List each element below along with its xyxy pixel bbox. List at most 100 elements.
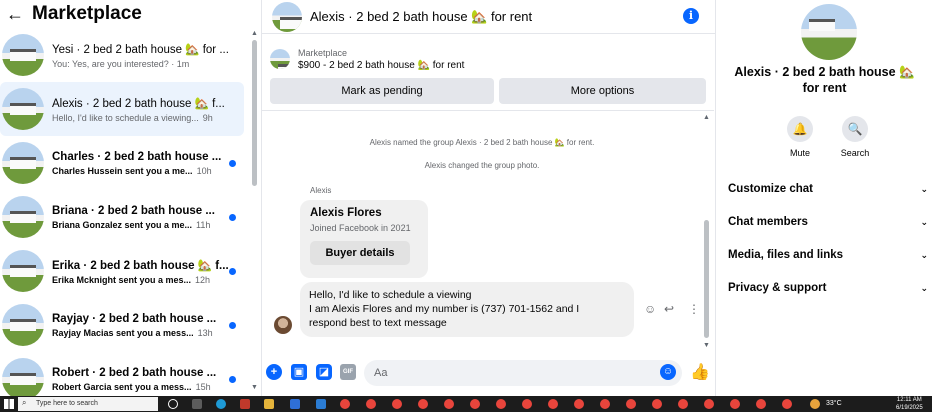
conversation-time: 11h [196, 219, 211, 230]
section-media-files-links[interactable]: Media, files and links ⌄ [728, 245, 928, 265]
weather-icon[interactable] [810, 399, 820, 409]
conversation-item-rayjay[interactable]: Rayjay · 2 bed 2 bath house ... Rayjay M… [0, 298, 244, 352]
conversation-time: 12h [195, 274, 211, 285]
chat-listing-thumbnail[interactable] [272, 1, 302, 32]
chrome-icon[interactable] [444, 399, 454, 409]
conversation-snippet: Robert Garcia sent you a mess... [52, 381, 192, 392]
section-label: Customize chat [728, 183, 813, 195]
temperature[interactable]: 33°C [826, 400, 842, 407]
section-customize-chat[interactable]: Customize chat ⌄ [728, 179, 928, 199]
conversation-item-briana[interactable]: Briana · 2 bed 2 bath house ... Briana G… [0, 190, 244, 244]
chrome-icon[interactable] [522, 399, 532, 409]
chevron-down-icon: ⌄ [920, 183, 928, 194]
conversation-list: Yesi · 2 bed 2 bath house 🏡 for ... You:… [0, 28, 244, 396]
chrome-icon[interactable] [418, 399, 428, 409]
clock-time: 12:11 AM [896, 397, 922, 403]
chrome-icon[interactable] [678, 399, 688, 409]
thumbs-up-icon[interactable]: 👍 [690, 362, 710, 382]
conversation-title: Rayjay · 2 bed 2 bath house ... [52, 312, 217, 325]
group-photo[interactable] [801, 4, 857, 60]
conversation-item-alexis[interactable]: Alexis · 2 bed 2 bath house 🏡 f... Hello… [0, 82, 244, 136]
plus-icon[interactable]: + [266, 364, 282, 380]
chrome-icon[interactable] [782, 399, 792, 409]
info-icon[interactable]: i [683, 8, 699, 24]
buyer-details-button[interactable]: Buyer details [310, 241, 410, 265]
windows-start-icon[interactable] [4, 399, 14, 409]
emoji-icon[interactable]: ☺ [660, 364, 676, 380]
unread-dot [229, 214, 236, 221]
mark-as-pending-button[interactable]: Mark as pending [270, 78, 494, 104]
buyer-name: Alexis Flores [310, 207, 382, 219]
back-arrow-icon[interactable]: ← [6, 4, 28, 25]
chrome-icon[interactable] [392, 399, 402, 409]
listing-thumbnail [2, 358, 44, 396]
sidebar-scrollbar[interactable] [252, 40, 257, 186]
scroll-down-arrow-icon[interactable]: ▼ [251, 384, 258, 391]
react-icon[interactable]: ☺ [644, 302, 656, 316]
sticker-icon[interactable]: ◪ [316, 364, 332, 380]
search-action[interactable]: 🔍 Search [835, 116, 875, 158]
mute-action[interactable]: 🔔 Mute [780, 116, 820, 158]
conversation-item-charles[interactable]: Charles · 2 bed 2 bath house ... Charles… [0, 136, 244, 190]
message-line: respond best to text message [309, 317, 447, 329]
chrome-icon[interactable] [366, 399, 376, 409]
taskbar-search-box[interactable]: Type here to search [18, 397, 158, 411]
listing-thumbnail [2, 34, 44, 76]
gif-icon[interactable]: GIF [340, 364, 356, 380]
chat-title[interactable]: Alexis · 2 bed 2 bath house 🏡 for rent [310, 9, 532, 25]
chevron-down-icon: ⌄ [920, 282, 928, 293]
chrome-icon[interactable] [704, 399, 714, 409]
chrome-icon[interactable] [470, 399, 480, 409]
chrome-icon[interactable] [756, 399, 766, 409]
conversation-title: Erika · 2 bed 2 bath house 🏡 f... [52, 259, 229, 272]
chrome-icon[interactable] [496, 399, 506, 409]
chat-scrollbar[interactable] [704, 220, 709, 338]
chrome-icon[interactable] [730, 399, 740, 409]
more-icon[interactable]: ⋮ [688, 302, 700, 316]
more-options-button[interactable]: More options [499, 78, 706, 104]
message-input[interactable] [364, 360, 682, 386]
file-explorer-icon[interactable] [264, 399, 274, 409]
mute-label: Mute [789, 148, 810, 158]
chrome-icon[interactable] [600, 399, 610, 409]
listing-thumbnail [2, 250, 44, 292]
buyer-joined: Joined Facebook in 2021 [310, 223, 411, 233]
reply-icon[interactable]: ↩ [664, 302, 674, 316]
conversation-item-yesi[interactable]: Yesi · 2 bed 2 bath house 🏡 for ... You:… [0, 28, 244, 82]
app-icon[interactable] [240, 399, 250, 409]
conversation-item-erika[interactable]: Erika · 2 bed 2 bath house 🏡 f... Erika … [0, 244, 244, 298]
sender-avatar[interactable] [274, 316, 292, 334]
edge-icon[interactable] [216, 399, 226, 409]
clock[interactable]: 12:11 AM 6/19/2025 [896, 396, 923, 412]
marketplace-label: Marketplace [298, 47, 348, 58]
chrome-icon[interactable] [652, 399, 662, 409]
scroll-down-arrow-icon[interactable]: ▼ [703, 342, 710, 349]
section-privacy-support[interactable]: Privacy & support ⌄ [728, 278, 928, 298]
photo-icon[interactable]: ▣ [291, 364, 307, 380]
chrome-icon[interactable] [574, 399, 584, 409]
marketplace-listing-banner[interactable]: Marketplace $900 - 2 bed 2 bath house 🏡 … [270, 42, 710, 76]
scroll-up-arrow-icon[interactable]: ▲ [703, 114, 710, 121]
system-message-photo: Alexis changed the group photo. [424, 161, 540, 170]
conversation-snippet: Rayjay Macias sent you a mess... [52, 327, 194, 338]
chat-panel: Alexis · 2 bed 2 bath house 🏡 for rent i… [262, 0, 716, 396]
store-icon[interactable] [316, 399, 326, 409]
listing-thumbnail [2, 88, 44, 130]
scroll-up-arrow-icon[interactable]: ▲ [251, 30, 258, 37]
chrome-icon[interactable] [548, 399, 558, 409]
listing-thumbnail [2, 304, 44, 346]
chrome-icon[interactable] [626, 399, 636, 409]
conversation-item-robert[interactable]: Robert · 2 bed 2 bath house ... Robert G… [0, 352, 244, 396]
messenger-app: ← Marketplace Yesi · 2 bed 2 bath house … [0, 0, 932, 396]
chrome-icon[interactable] [340, 399, 350, 409]
listing-title: $900 - 2 bed 2 bath house 🏡 for rent [298, 59, 465, 71]
mail-icon[interactable] [290, 399, 300, 409]
task-view-icon[interactable] [168, 399, 178, 409]
section-chat-members[interactable]: Chat members ⌄ [728, 212, 928, 232]
conversation-snippet: Briana Gonzalez sent you a me... [52, 219, 193, 230]
widgets-icon[interactable] [192, 399, 202, 409]
listing-thumbnail [2, 142, 44, 184]
conversation-snippet: Erika Mcknight sent you a mes... [52, 274, 192, 285]
chevron-down-icon: ⌄ [920, 216, 928, 227]
search-icon: ⌕ [22, 398, 27, 407]
